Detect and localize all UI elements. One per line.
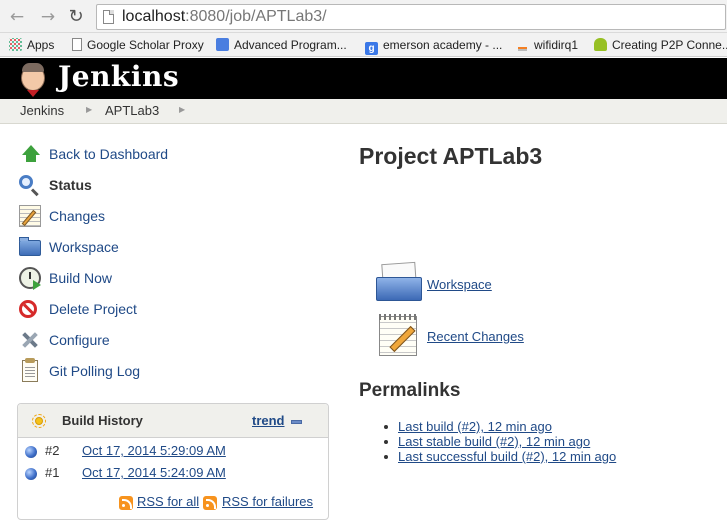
back-arrow-icon[interactable]: ← [6, 6, 28, 28]
workspace-link[interactable]: Workspace [427, 277, 492, 292]
notepad-pencil-icon[interactable] [377, 314, 421, 358]
bullet [384, 425, 388, 429]
collapse-minus-icon[interactable] [291, 420, 302, 424]
bookmark-emerson-academy[interactable]: g emerson academy - ... [365, 36, 502, 55]
blue-ball-status-icon [25, 446, 37, 458]
task-label: Back to Dashboard [49, 146, 169, 162]
rss-for-failures-link[interactable]: RSS for failures [222, 494, 313, 509]
build-number: #2 [45, 443, 60, 458]
trend-link[interactable]: trend [252, 413, 285, 428]
rss-icon[interactable] [203, 496, 217, 510]
bookmark-wifidirq1[interactable]: wifidirq1 [516, 36, 578, 54]
permalink-last-successful-build[interactable]: Last successful build (#2), 12 min ago [398, 449, 616, 464]
task-label: Build Now [49, 270, 113, 286]
build-date-link[interactable]: Oct 17, 2014 5:24:09 AM [82, 465, 226, 480]
google-docs-icon [216, 38, 229, 51]
chevron-right-icon[interactable]: ▶ [86, 105, 92, 114]
task-changes[interactable]: Changes [19, 205, 269, 229]
task-delete-project[interactable]: Delete Project [19, 298, 269, 322]
breadcrumb: Jenkins ▶ APTLab3 ▶ [0, 99, 727, 124]
bookmark-apps[interactable]: Apps [9, 36, 54, 54]
build-date-link[interactable]: Oct 17, 2014 5:29:09 AM [82, 443, 226, 458]
build-history-panel: Build History trend #2 Oct 17, 2014 5:29… [17, 403, 329, 520]
folder-tab [19, 237, 29, 241]
clock-hand [29, 272, 31, 279]
recent-changes-link[interactable]: Recent Changes [427, 329, 524, 344]
bookmark-google-scholar-proxy[interactable]: Google Scholar Proxy [72, 36, 204, 54]
browser-toolbar: ← → ↻ localhost:8080/job/APTLab3/ [0, 0, 727, 33]
permalink-last-stable-build[interactable]: Last stable build (#2), 12 min ago [398, 434, 590, 449]
play-icon [33, 280, 41, 290]
jenkins-butler-icon[interactable] [17, 61, 49, 97]
workspace-folder-icon[interactable] [376, 261, 422, 303]
bookmarks-bar: Apps Google Scholar Proxy Advanced Progr… [0, 33, 727, 57]
magnifier-handle [30, 188, 39, 197]
blue-ball-status-icon [25, 468, 37, 480]
bookmark-creating-p2p[interactable]: Creating P2P Conne... [594, 36, 727, 54]
url-text: localhost:8080/job/APTLab3/ [122, 8, 327, 25]
breadcrumb-aptlab3[interactable]: APTLab3 [105, 103, 159, 118]
permalink-last-build[interactable]: Last build (#2), 12 min ago [398, 419, 552, 434]
task-label: Delete Project [49, 301, 137, 317]
chevron-right-icon[interactable]: ▶ [179, 105, 185, 114]
sun-weather-icon [32, 414, 46, 428]
build-row: #2 Oct 17, 2014 5:29:09 AM [18, 440, 328, 462]
jenkins-header: Jenkins [0, 58, 727, 99]
forward-arrow-icon[interactable]: → [37, 6, 59, 28]
page-icon [72, 38, 82, 51]
task-git-polling-log[interactable]: Git Polling Log [19, 358, 269, 384]
bullet [384, 455, 388, 459]
permalinks-heading: Permalinks [359, 380, 461, 401]
task-back-to-dashboard[interactable]: Back to Dashboard [19, 143, 269, 167]
task-build-now[interactable]: Build Now [19, 267, 269, 291]
task-label: Status [49, 177, 92, 193]
build-history-header: Build History trend [18, 404, 328, 438]
up-arrow-stem [26, 154, 36, 162]
task-configure[interactable]: Configure [19, 329, 269, 353]
task-label: Changes [49, 208, 106, 224]
page-title: Project APTLab3 [359, 143, 543, 169]
stackoverflow-icon [516, 38, 529, 51]
build-number: #1 [45, 465, 60, 480]
android-icon [594, 38, 607, 51]
apps-grid-icon [9, 38, 22, 51]
magnifier-icon [19, 175, 33, 189]
task-label: Configure [49, 332, 110, 348]
jenkins-logo-text[interactable]: Jenkins [58, 60, 179, 93]
reload-icon[interactable]: ↻ [65, 6, 87, 28]
task-status[interactable]: Status [19, 174, 269, 198]
clipboard-lines [25, 367, 35, 379]
folder-icon [19, 240, 41, 256]
task-label: Git Polling Log [49, 363, 141, 379]
rss-icon[interactable] [119, 496, 133, 510]
bullet [384, 440, 388, 444]
bookmark-advanced-program[interactable]: Advanced Program... [216, 36, 347, 54]
task-label: Workspace [49, 239, 119, 255]
breadcrumb-jenkins[interactable]: Jenkins [20, 103, 64, 118]
clipboard-clip [25, 358, 35, 363]
google-icon: g [365, 42, 378, 55]
address-bar[interactable]: localhost:8080/job/APTLab3/ [96, 4, 726, 30]
rss-for-all-link[interactable]: RSS for all [137, 494, 199, 509]
build-row: #1 Oct 17, 2014 5:24:09 AM [18, 462, 328, 484]
page-icon [103, 10, 114, 24]
build-history-title: Build History [62, 413, 143, 428]
task-workspace[interactable]: Workspace [19, 236, 269, 260]
